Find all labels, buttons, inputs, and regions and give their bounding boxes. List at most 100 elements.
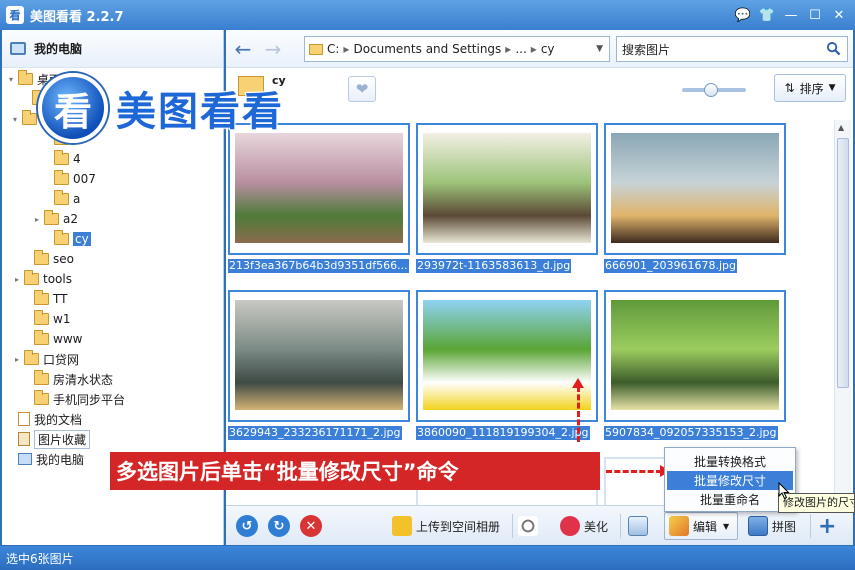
pencil-icon	[669, 516, 689, 536]
menu-batch-resize[interactable]: 批量修改尺寸	[667, 471, 793, 490]
thumbnail-item[interactable]	[604, 290, 786, 422]
tree-item[interactable]: ▸ tools	[12, 270, 72, 288]
zoom-slider[interactable]	[682, 83, 746, 97]
app-title: 美图看看 2.2.7	[30, 9, 124, 25]
tree-item[interactable]: 4	[42, 150, 81, 168]
chevron-down-icon[interactable]: ▼	[596, 44, 603, 54]
thumbnail-item[interactable]	[604, 123, 786, 255]
thumbnail-filename[interactable]: 213f3ea367b64b3d9351df566...	[228, 259, 409, 273]
maximize-button[interactable]: ☐	[805, 5, 825, 25]
tree-item-label: 4	[73, 152, 81, 166]
tree-item-label: 我的电脑	[36, 452, 85, 467]
collage-label: 拼图	[772, 519, 797, 534]
favorite-button[interactable]: ❤	[348, 76, 376, 102]
upload-album-button[interactable]: 上传到空间相册	[392, 514, 500, 538]
upload-label: 上传到空间相册	[416, 519, 501, 534]
edit-button[interactable]: 编辑 ▼	[664, 512, 738, 540]
path-separator: ▸	[505, 42, 512, 56]
path-segment-current[interactable]: cy	[541, 42, 555, 56]
tree-item[interactable]: ▸ a2	[32, 210, 78, 228]
thumbnail-item[interactable]	[416, 290, 598, 422]
rotate-right-icon[interactable]: ↻	[268, 515, 290, 537]
sidebar-header: 我的电脑	[2, 30, 223, 68]
folder-icon	[24, 350, 39, 365]
tree-item[interactable]: 我的文档	[6, 410, 82, 428]
folder-icon	[18, 70, 33, 85]
title-bar: 看 美图看看 2.2.7 💬 👕 — ☐ ✕	[0, 0, 855, 30]
folder-icon	[54, 150, 69, 165]
edit-label: 编辑	[693, 519, 718, 534]
tree-item[interactable]: ▸ 口贷网	[12, 350, 79, 368]
tree-item[interactable]: w1	[22, 310, 70, 328]
tree-item[interactable]: 手机同步平台	[22, 390, 125, 408]
tree-item-label: 图片收藏	[34, 429, 91, 449]
back-button[interactable]: ←	[230, 36, 256, 62]
search-input[interactable]: 搜索图片	[616, 36, 848, 62]
thumbnail-filename[interactable]: 3860090_111819199304_2.jpg	[416, 426, 590, 440]
weibo-share-button[interactable]	[518, 514, 542, 538]
weibo-icon	[518, 516, 538, 536]
sidebar-title: 我的电脑	[34, 42, 83, 56]
rotate-left-icon[interactable]: ↺	[236, 515, 258, 537]
feedback-icon[interactable]: 💬	[733, 5, 753, 25]
scroll-up-icon[interactable]: ▲	[838, 123, 844, 132]
tree-item-label: a2	[63, 212, 78, 226]
skin-icon[interactable]: 👕	[757, 5, 777, 25]
beautify-button[interactable]: 美化	[560, 514, 608, 538]
fav-icon	[18, 432, 30, 446]
thumbnail-filename[interactable]: 293972t-1163583613_d.jpg	[416, 259, 572, 273]
address-bar[interactable]: C: ▸ Documents and Settings ▸ ... ▸ cy ▼	[304, 36, 610, 62]
tree-item[interactable]: 房清水状态	[22, 370, 113, 388]
delete-icon[interactable]: ✕	[300, 515, 322, 537]
heart-icon: ❤	[355, 80, 369, 98]
grid-scrollbar[interactable]: ▲ ▼	[834, 120, 851, 505]
expand-arrow-icon[interactable]: ▾	[6, 75, 16, 84]
computer-icon	[10, 42, 26, 55]
thumbnail-filename[interactable]: 5907834_092057335153_2.jpg	[604, 426, 778, 440]
expand-arrow-icon[interactable]: ▸	[12, 275, 22, 284]
tree-item[interactable]: www	[22, 330, 82, 348]
tree-item[interactable]: 007	[42, 170, 96, 188]
expand-arrow-icon[interactable]: ▸	[32, 215, 42, 224]
selection-status: 选中6张图片	[6, 551, 74, 566]
tree-item-label: 口贷网	[43, 352, 80, 367]
menu-batch-convert-format[interactable]: 批量转换格式	[667, 452, 793, 471]
path-segment-docs[interactable]: Documents and Settings	[353, 42, 501, 56]
minimize-button[interactable]: —	[781, 5, 801, 25]
slideshow-button[interactable]	[628, 514, 652, 538]
tree-item[interactable]: ▾	[10, 110, 41, 128]
add-button[interactable]: +	[818, 514, 836, 539]
search-placeholder: 搜索图片	[622, 42, 671, 57]
tree-item[interactable]: a	[42, 190, 80, 208]
tree-item[interactable]: 图片收藏	[6, 429, 91, 449]
tree-item-label: TT	[53, 292, 68, 306]
collage-button[interactable]: 拼图	[748, 514, 796, 538]
search-icon[interactable]	[826, 41, 841, 56]
sort-button[interactable]: ⇅ 排序 ▼	[774, 74, 846, 102]
expand-arrow-icon[interactable]: ▸	[12, 355, 22, 364]
path-segment-ellipsis[interactable]: ...	[515, 42, 526, 56]
tree-item[interactable]: cy	[42, 230, 91, 248]
menu-batch-rename[interactable]: 批量重命名	[667, 490, 793, 509]
thumbnail-filename[interactable]: 666901_203961678.jpg	[604, 259, 737, 273]
thumbnail-image	[235, 300, 403, 410]
tree-item-label: 我的文档	[34, 412, 83, 427]
logo-badge-icon: 看	[38, 73, 108, 143]
thumbnail-filename[interactable]: 3629943_233236171171_2.jpg	[228, 426, 402, 440]
path-segment-drive[interactable]: C:	[327, 42, 339, 56]
tree-item-label: 房清水状态	[53, 372, 114, 387]
tree-item[interactable]: TT	[22, 290, 67, 308]
tree-item[interactable]: seo	[22, 250, 74, 268]
close-button[interactable]: ✕	[829, 5, 849, 25]
zoom-slider-handle[interactable]	[703, 83, 718, 97]
thumbnail-item[interactable]	[228, 290, 410, 422]
expand-arrow-icon[interactable]: ▾	[10, 115, 20, 124]
annotation-arrow-horizontal	[606, 465, 670, 477]
tree-item-label: a	[73, 192, 81, 206]
forward-button[interactable]: →	[260, 36, 286, 62]
tree-item[interactable]: 我的电脑	[6, 450, 84, 468]
thumbnail-item[interactable]	[416, 123, 598, 255]
annotation-arrow-vertical	[572, 378, 584, 442]
scrollbar-thumb[interactable]	[837, 138, 849, 388]
folder-icon	[34, 310, 49, 325]
